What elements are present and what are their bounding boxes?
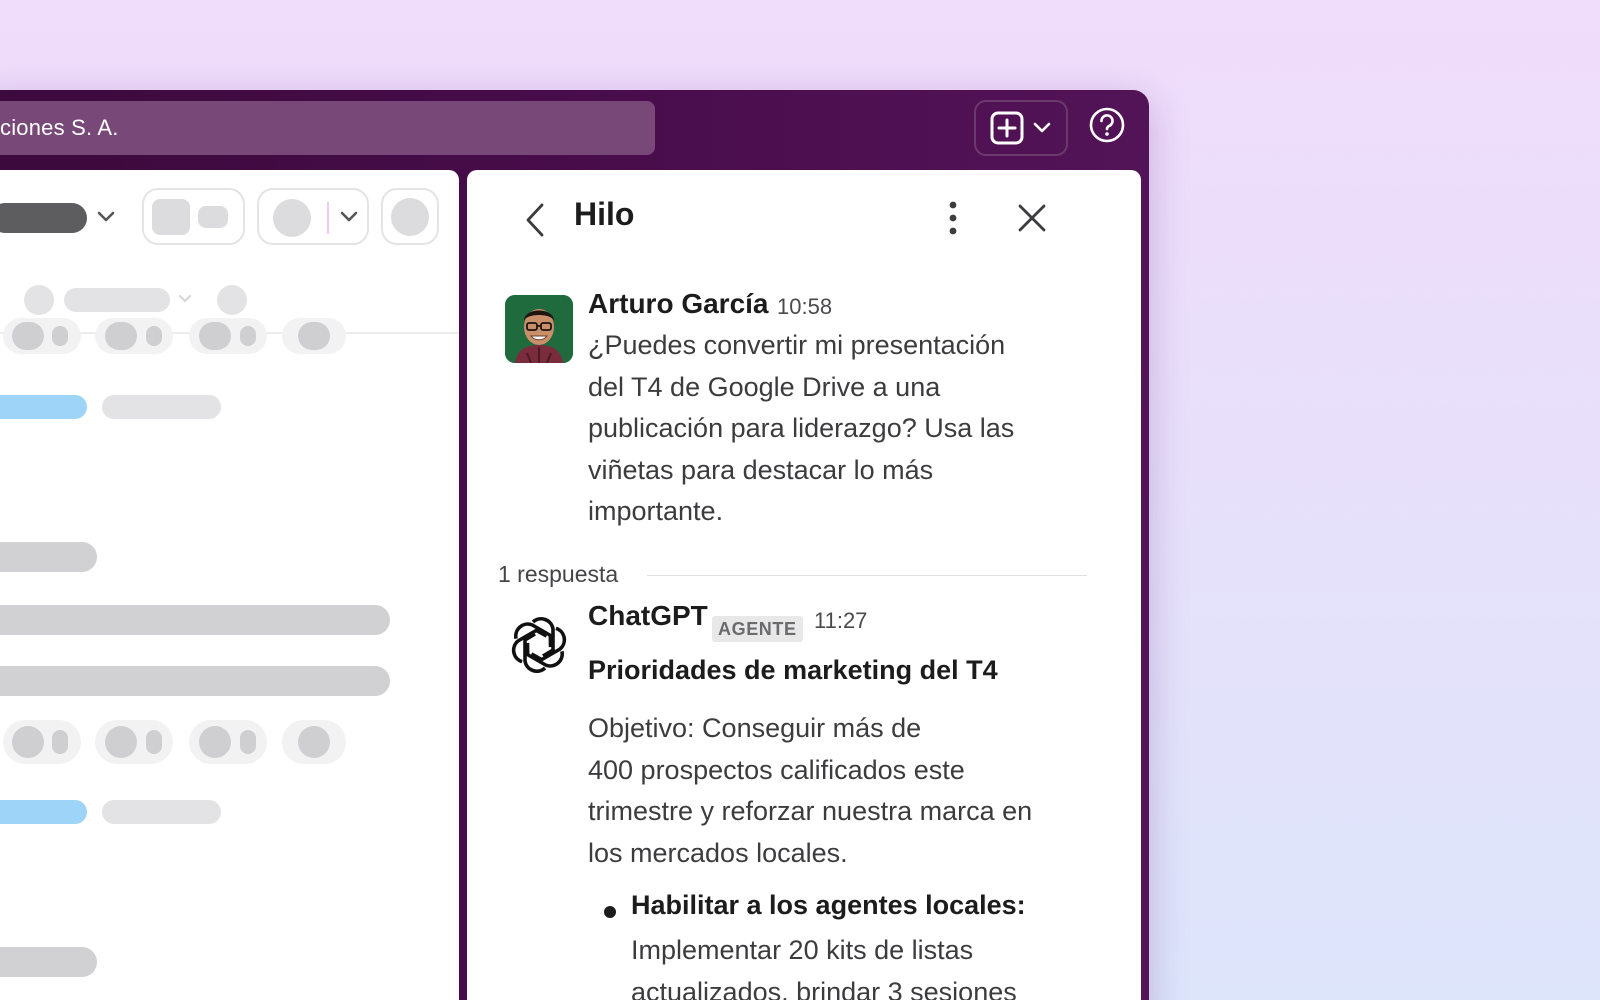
user-photo-icon: [505, 295, 573, 363]
skeleton-link: [0, 395, 87, 419]
message-line: ¿Puedes convertir mi presentación: [588, 330, 1006, 360]
chevron-down-icon[interactable]: [1032, 121, 1052, 135]
message-line: publicación para liderazgo? Usa las: [588, 413, 1015, 443]
agent-badge: AGENTE: [712, 616, 803, 642]
reply-line: Objetivo: Conseguir más de: [588, 713, 922, 743]
more-vertical-icon: [949, 201, 957, 235]
skeleton-toggle-box: [142, 188, 245, 245]
reply-line: trimestre y reforzar nuestra marca en: [588, 796, 1033, 826]
chatgpt-logo-icon[interactable]: [507, 613, 571, 677]
message-line: importante.: [588, 496, 724, 526]
reply-author[interactable]: ChatGPT: [588, 600, 708, 632]
reply-objective: Objetivo: Conseguir más de 400 prospecto…: [588, 708, 1032, 874]
compose-button-group[interactable]: [974, 100, 1068, 156]
more-options-button[interactable]: [943, 198, 963, 238]
close-thread-button[interactable]: [1015, 201, 1049, 235]
message-author[interactable]: Arturo García: [588, 288, 769, 320]
workspace-search-bar[interactable]: ciones S. A.: [0, 101, 655, 155]
chevron-left-icon: [526, 203, 544, 237]
reply-line: los mercados locales.: [588, 837, 848, 868]
bullet-line: Implementar 20 kits de listas: [631, 935, 974, 965]
skeleton-channel-name: [0, 203, 87, 233]
reply-line: 400 prospectos calificados este: [588, 754, 965, 785]
workspace-search-text: ciones S. A.: [0, 115, 119, 140]
help-icon: [1088, 106, 1126, 149]
back-button[interactable]: [520, 200, 550, 240]
thread-title: Hilo: [574, 196, 635, 232]
message-line: del T4 de Google Drive a una: [588, 371, 941, 402]
channel-panel-skeleton: [0, 170, 459, 1000]
bullet-body: Implementar 20 kits de listas actualizad…: [631, 930, 1017, 1000]
chevron-down-icon: [97, 211, 115, 222]
message-timestamp[interactable]: 10:58: [777, 294, 832, 320]
skeleton-round-box: [381, 188, 439, 245]
thread-header: Hilo: [467, 170, 1141, 266]
compose-icon[interactable]: [990, 111, 1024, 145]
bullet-dot: [604, 906, 616, 918]
reply-heading: Prioridades de marketing del T4: [588, 655, 998, 685]
thread-panel: Hilo Arturo García 10:58 ¿Puedes convert…: [467, 170, 1141, 1000]
skeleton-huddle-box: [257, 188, 369, 245]
avatar[interactable]: [505, 295, 573, 363]
replies-divider: [647, 575, 1087, 576]
message-body: ¿Puedes convertir mi presentación del T4…: [588, 325, 1014, 533]
close-icon: [1018, 204, 1046, 232]
help-button[interactable]: [1087, 107, 1127, 147]
message-line: viñetas para destacar lo más: [588, 454, 934, 485]
bullet-title: Habilitar a los agentes locales:: [631, 890, 1026, 920]
replies-count: 1 respuesta: [498, 561, 619, 587]
bullet-line: actualizados, brindar 3 sesiones: [631, 976, 1017, 1000]
reply-timestamp[interactable]: 11:27: [814, 608, 867, 634]
